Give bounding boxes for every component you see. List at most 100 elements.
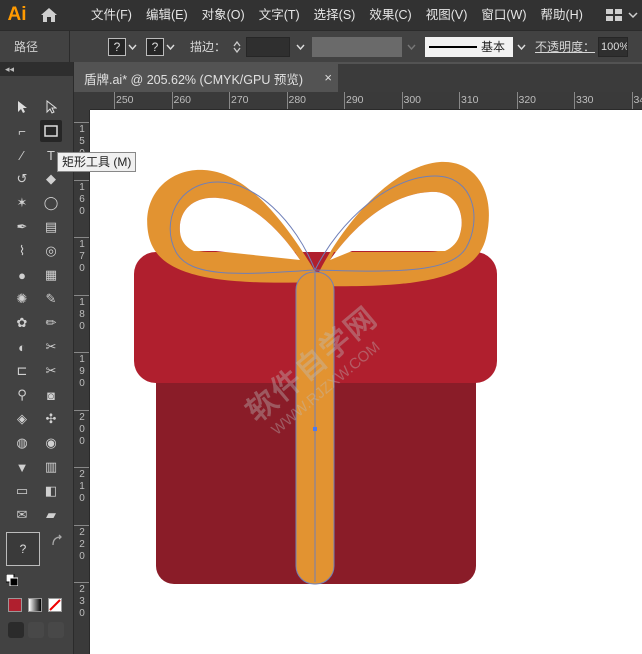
- shape-builder-icon[interactable]: ◐: [11, 336, 33, 358]
- variable-width-profile[interactable]: [312, 36, 403, 57]
- zoom-icon[interactable]: ⚲: [11, 384, 33, 406]
- slice-icon[interactable]: ▰: [40, 504, 62, 526]
- selection-icon[interactable]: [11, 96, 33, 118]
- fill-swatch[interactable]: ?: [6, 532, 40, 566]
- fill-stroke-widget[interactable]: ?: [6, 532, 68, 588]
- puppet-warp-icon[interactable]: ✿: [11, 312, 33, 334]
- menu-type[interactable]: 文字(T): [252, 0, 307, 30]
- spiral-icon[interactable]: ◎: [40, 240, 62, 262]
- artboard-icon[interactable]: ▭: [11, 480, 33, 502]
- document-tab[interactable]: 盾牌.ai* @ 205.62% (CMYK/GPU 预览) ×: [74, 64, 338, 92]
- ruler-tick-label: 0: [79, 320, 85, 332]
- horizontal-ruler[interactable]: 250 260 270 280 290 300 310 320 330 34: [90, 92, 642, 110]
- ruler-tick-label: 2: [79, 526, 85, 538]
- chevron-down-icon[interactable]: [164, 38, 176, 56]
- width-icon[interactable]: ✉: [11, 504, 33, 526]
- draw-behind-button[interactable]: [28, 622, 44, 638]
- close-icon[interactable]: ×: [324, 70, 332, 85]
- pucker-icon[interactable]: ◉: [40, 432, 62, 454]
- ruler-tick-label: 270: [231, 94, 249, 106]
- crop-icon[interactable]: ⊏: [11, 360, 33, 382]
- rotate-icon[interactable]: ↺: [11, 168, 33, 190]
- pencil-icon[interactable]: ✏: [40, 312, 62, 334]
- lasso-icon[interactable]: ◯: [40, 192, 62, 214]
- menu-help[interactable]: 帮助(H): [534, 0, 590, 30]
- stroke-weight-stepper[interactable]: [230, 37, 244, 57]
- live-paint-icon[interactable]: ◈: [11, 408, 33, 430]
- eyedropper-icon[interactable]: ⌇: [11, 240, 33, 262]
- ruler-origin[interactable]: [74, 92, 90, 110]
- chevron-down-icon[interactable]: [515, 38, 527, 56]
- blend-icon[interactable]: ✎: [40, 288, 62, 310]
- fill-color-button[interactable]: ?: [108, 37, 126, 56]
- ruler-tick: [171, 92, 173, 109]
- menu-bar: Ai 文件(F) 编辑(E) 对象(O) 文字(T) 选择(S) 效果(C) 视…: [0, 0, 642, 30]
- blob-icon[interactable]: ●: [11, 264, 33, 286]
- grid-icon[interactable]: ▦: [40, 264, 62, 286]
- chevron-down-icon[interactable]: [405, 38, 417, 56]
- ruler-tick: [74, 294, 89, 296]
- symbol-sprayer-icon[interactable]: ✺: [11, 288, 33, 310]
- path-center-point[interactable]: [313, 427, 317, 431]
- scissors-icon[interactable]: ✂: [40, 360, 62, 382]
- artboard[interactable]: 软件自学网 WWW.RJZXW.COM: [90, 110, 642, 654]
- menu-object[interactable]: 对象(O): [195, 0, 252, 30]
- chevron-down-icon[interactable]: [233, 47, 241, 53]
- stroke-weight-label: 描边：: [190, 40, 227, 54]
- gradient-mode-button[interactable]: [28, 598, 42, 612]
- ruler-tick-label: 0: [79, 423, 85, 435]
- menu-file[interactable]: 文件(F): [84, 0, 139, 30]
- brush-icon[interactable]: ∕: [11, 144, 33, 166]
- menu-effect[interactable]: 效果(C): [362, 0, 418, 30]
- ruler-tick-label: 1: [79, 481, 85, 492]
- chevron-down-icon[interactable]: [628, 11, 638, 19]
- ruler-tick-label: 7: [79, 251, 85, 262]
- stroke-weight-input[interactable]: [246, 36, 291, 57]
- camera-icon[interactable]: ◙: [40, 384, 62, 406]
- default-fill-stroke-icon[interactable]: [6, 574, 18, 586]
- brush-definition-dropdown[interactable]: 基本: [425, 36, 514, 57]
- ruler-tick-label: 5: [79, 136, 85, 147]
- home-icon[interactable]: [34, 0, 64, 30]
- rectangle-icon[interactable]: [40, 120, 62, 142]
- knife-icon[interactable]: ✂: [40, 336, 62, 358]
- ruler-tick: [459, 92, 460, 109]
- gift-artwork[interactable]: [90, 110, 642, 654]
- none-mode-button[interactable]: [48, 598, 62, 612]
- main-menu: 文件(F) 编辑(E) 对象(O) 文字(T) 选择(S) 效果(C) 视图(V…: [84, 0, 590, 30]
- workspace-grid-icon[interactable]: [606, 9, 622, 21]
- menu-view[interactable]: 视图(V): [419, 0, 475, 30]
- draw-normal-button[interactable]: [8, 622, 24, 638]
- opacity-input[interactable]: 100%: [598, 36, 629, 57]
- vertical-ruler[interactable]: 150160170180190200210220230: [74, 110, 90, 654]
- brush-stroke-preview: [429, 45, 478, 48]
- ruler-tick: [344, 92, 345, 109]
- gradient-icon[interactable]: ▤: [40, 216, 62, 238]
- ruler-tick: [74, 122, 89, 123]
- chevron-down-icon[interactable]: [294, 38, 306, 56]
- pen-curvature-icon[interactable]: ⌐: [11, 120, 33, 142]
- pen-icon[interactable]: ✒: [11, 216, 33, 238]
- draw-inside-button[interactable]: [48, 622, 64, 638]
- direct-selection-icon[interactable]: [40, 96, 62, 118]
- menu-window[interactable]: 窗口(W): [474, 0, 533, 30]
- ruler-tick-label: 250: [116, 94, 134, 106]
- chart-icon[interactable]: ▥: [40, 456, 62, 478]
- swap-fill-stroke-icon[interactable]: [50, 534, 64, 548]
- ruler-tick: [74, 179, 89, 181]
- collapse-panel-icon[interactable]: ◂◂: [0, 62, 73, 76]
- menu-edit[interactable]: 编辑(E): [139, 0, 195, 30]
- menu-select[interactable]: 选择(S): [307, 0, 363, 30]
- ruler-tick-label: 290: [346, 94, 364, 106]
- workspace-switcher[interactable]: [606, 0, 642, 30]
- document-tab-title: 盾牌.ai* @ 205.62% (CMYK/GPU 预览): [84, 72, 303, 87]
- stroke-color-button[interactable]: ?: [146, 37, 164, 56]
- twirl-icon[interactable]: ◍: [11, 432, 33, 454]
- magic-wand-icon[interactable]: ✶: [11, 192, 33, 214]
- opacity-label[interactable]: 不透明度：: [535, 38, 595, 55]
- color-mode-button[interactable]: [8, 598, 22, 612]
- pattern-icon[interactable]: ✣: [40, 408, 62, 430]
- paint-bucket-icon[interactable]: ▼: [11, 456, 33, 478]
- chevron-down-icon[interactable]: [126, 38, 138, 56]
- perspective-icon[interactable]: ◧: [40, 480, 62, 502]
